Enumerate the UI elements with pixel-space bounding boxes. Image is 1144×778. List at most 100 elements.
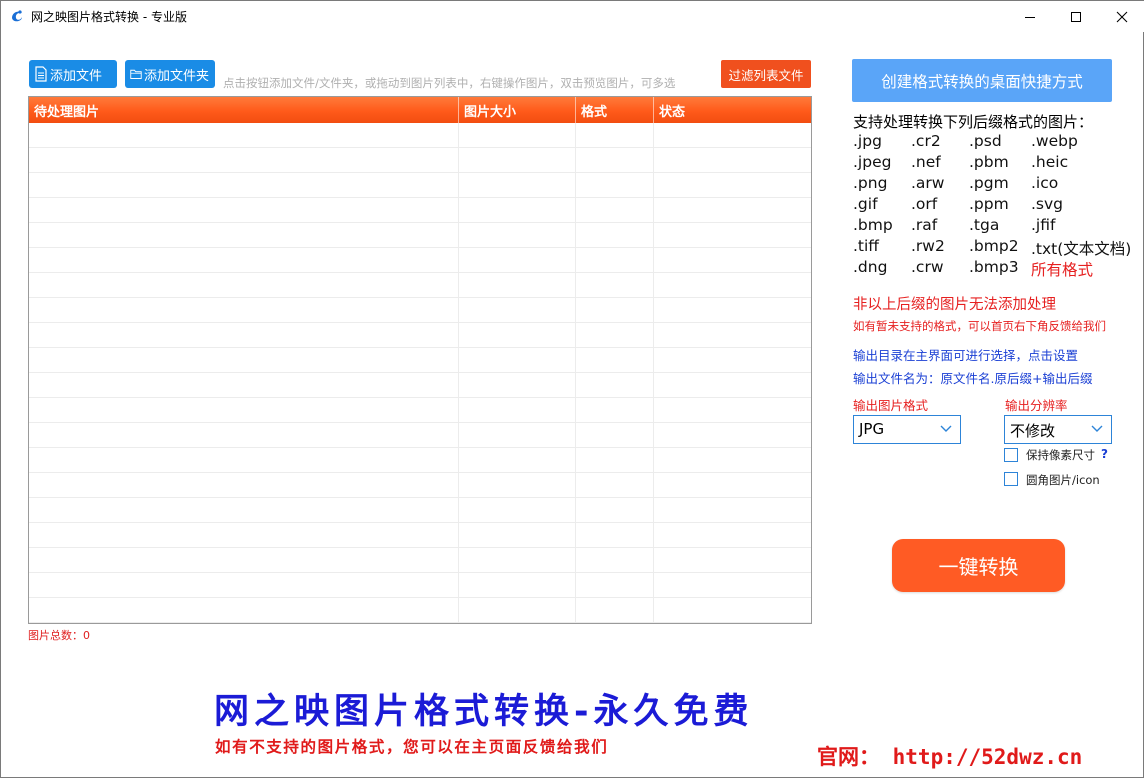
table-cell	[29, 498, 459, 522]
table-row[interactable]	[29, 223, 811, 248]
table-cell	[576, 498, 654, 522]
table-cell	[654, 498, 811, 522]
table-cell	[576, 398, 654, 422]
image-list-table[interactable]: 待处理图片 图片大小 格式 状态	[28, 96, 812, 624]
format-item: .webp	[1031, 132, 1078, 150]
table-body	[29, 123, 811, 623]
folder-icon	[130, 69, 142, 79]
table-cell	[654, 298, 811, 322]
table-row[interactable]	[29, 373, 811, 398]
output-format-select[interactable]: JPG	[853, 415, 961, 444]
table-cell	[459, 298, 576, 322]
round-corner-label[interactable]: 圆角图片/icon	[1026, 472, 1100, 488]
table-row[interactable]	[29, 423, 811, 448]
output-resolution-select[interactable]: 不修改	[1004, 415, 1112, 444]
column-header-status[interactable]: 状态	[654, 97, 811, 123]
format-item: .tga	[969, 216, 1000, 234]
add-file-button[interactable]: 添加文件	[29, 60, 117, 88]
app-window: 网之映图片格式转换 - 专业版 添加文件 添加文件夹 点击按钮添加文件/文件夹，…	[0, 0, 1144, 778]
column-header-size[interactable]: 图片大小	[459, 97, 576, 123]
format-item: .jpeg	[853, 153, 892, 171]
table-cell	[576, 473, 654, 497]
table-cell	[654, 548, 811, 572]
chevron-down-icon	[940, 425, 952, 432]
table-cell	[654, 448, 811, 472]
convert-button[interactable]: 一键转换	[892, 539, 1065, 592]
table-cell	[576, 423, 654, 447]
close-icon	[1116, 11, 1128, 22]
table-cell	[654, 373, 811, 397]
format-item: .ppm	[969, 195, 1009, 213]
format-item[interactable]: 所有格式	[1031, 258, 1093, 280]
toolbar-hint: 点击按钮添加文件/文件夹，或拖动到图片列表中，右键操作图片，双击预览图片，可多选	[223, 76, 676, 90]
keep-pixel-size-checkbox[interactable]	[1004, 448, 1018, 462]
table-cell	[654, 223, 811, 247]
maximize-button[interactable]	[1053, 1, 1099, 32]
table-row[interactable]	[29, 248, 811, 273]
table-row[interactable]	[29, 523, 811, 548]
table-cell	[576, 448, 654, 472]
filter-list-button[interactable]: 过滤列表文件	[721, 60, 811, 88]
format-item: .svg	[1031, 195, 1064, 213]
table-cell	[459, 223, 576, 247]
table-cell	[576, 598, 654, 622]
table-cell	[576, 248, 654, 272]
table-row[interactable]	[29, 598, 811, 623]
chevron-down-icon	[1091, 425, 1103, 432]
column-header-image[interactable]: 待处理图片	[29, 97, 459, 123]
add-folder-button[interactable]: 添加文件夹	[125, 60, 215, 88]
table-cell	[29, 398, 459, 422]
table-cell	[459, 173, 576, 197]
table-row[interactable]	[29, 573, 811, 598]
table-cell	[576, 348, 654, 372]
table-cell	[29, 148, 459, 172]
minimize-icon	[1025, 16, 1035, 18]
table-row[interactable]	[29, 298, 811, 323]
table-row[interactable]	[29, 548, 811, 573]
unsupported-warning: 非以上后缀的图片无法添加处理	[853, 297, 1056, 313]
table-cell	[576, 548, 654, 572]
table-cell	[29, 523, 459, 547]
format-item: .rw2	[911, 237, 945, 255]
table-cell	[459, 323, 576, 347]
table-cell	[459, 523, 576, 547]
format-item: .bmp	[853, 216, 893, 234]
minimize-button[interactable]	[1007, 1, 1053, 32]
help-icon[interactable]: ?	[1101, 447, 1108, 461]
format-item: .bmp2	[969, 237, 1019, 255]
table-cell	[29, 323, 459, 347]
table-cell	[29, 448, 459, 472]
table-cell	[576, 298, 654, 322]
table-row[interactable]	[29, 123, 811, 148]
table-cell	[459, 148, 576, 172]
table-row[interactable]	[29, 148, 811, 173]
table-cell	[29, 598, 459, 622]
table-cell	[576, 223, 654, 247]
close-button[interactable]	[1099, 1, 1144, 32]
table-row[interactable]	[29, 348, 811, 373]
table-cell	[576, 573, 654, 597]
table-row[interactable]	[29, 398, 811, 423]
table-cell	[654, 273, 811, 297]
format-item: .txt(文本文档)	[1031, 240, 1132, 258]
round-corner-checkbox[interactable]	[1004, 472, 1018, 486]
create-shortcut-button[interactable]: 创建格式转换的桌面快捷方式	[852, 59, 1112, 102]
table-row[interactable]	[29, 473, 811, 498]
format-item: .jfif	[1031, 216, 1056, 234]
table-cell	[459, 198, 576, 222]
table-row[interactable]	[29, 448, 811, 473]
format-item: .psd	[969, 132, 1002, 150]
table-row[interactable]	[29, 498, 811, 523]
table-row[interactable]	[29, 273, 811, 298]
output-name-info: 输出文件名为：原文件名.原后缀+输出后缀	[853, 371, 1093, 386]
official-website-link[interactable]: 官网： http://52dwz.cn	[817, 741, 1082, 771]
table-row[interactable]	[29, 198, 811, 223]
table-cell	[576, 273, 654, 297]
table-cell	[654, 248, 811, 272]
keep-pixel-size-label[interactable]: 保持像素尺寸	[1026, 447, 1095, 463]
table-row[interactable]	[29, 173, 811, 198]
column-header-format[interactable]: 格式	[576, 97, 654, 123]
output-format-value: JPG	[859, 420, 885, 438]
table-row[interactable]	[29, 323, 811, 348]
banner-title: 网之映图片格式转换-永久免费	[214, 692, 754, 732]
